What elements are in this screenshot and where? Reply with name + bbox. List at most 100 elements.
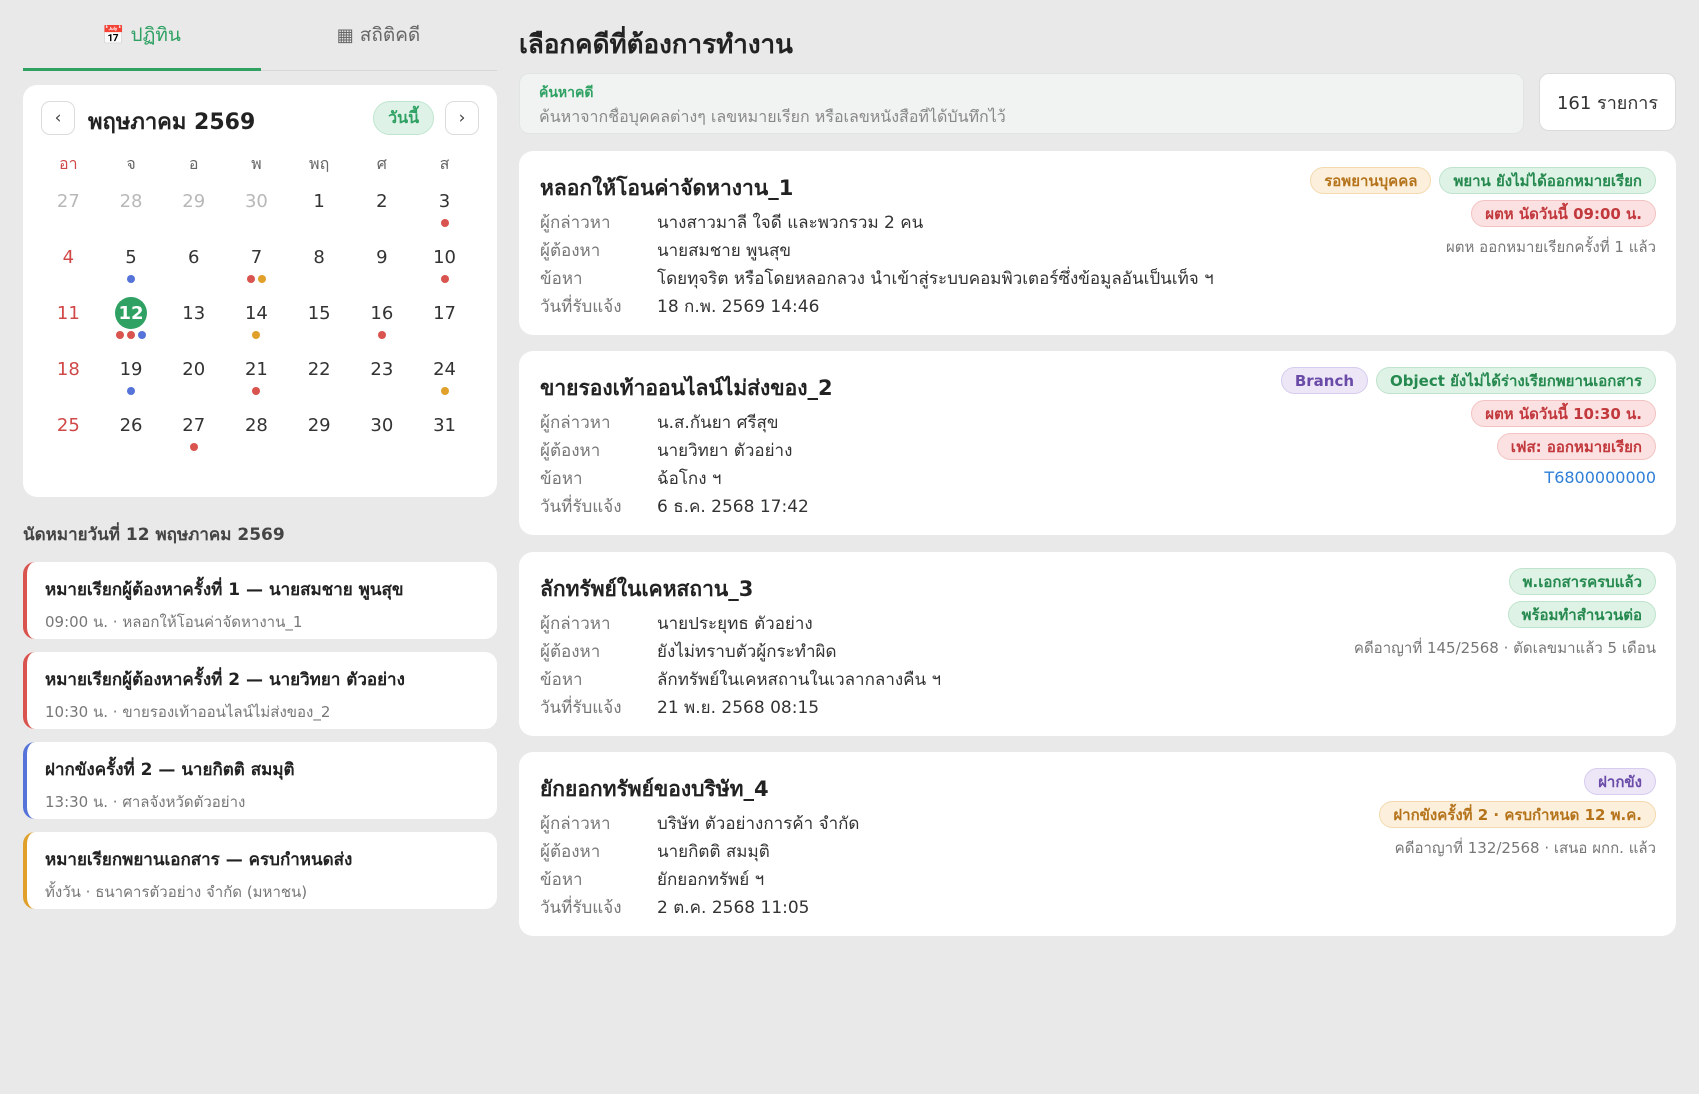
- event-dots: [162, 443, 225, 451]
- status-badge: ฝากขัง: [1584, 768, 1656, 795]
- event-dot: [252, 331, 261, 339]
- calendar-day[interactable]: 26: [100, 409, 163, 465]
- day-number: 3: [438, 190, 451, 212]
- appointment-title: ฝากขังครั้งที่ 2 — นายกิตติ สมมุติ: [45, 760, 295, 780]
- field-label-charge: ข้อหา: [540, 469, 583, 489]
- day-number: 24: [433, 358, 456, 380]
- event-dots: [225, 387, 288, 395]
- calendar-day[interactable]: 31: [413, 409, 476, 465]
- calendar-day[interactable]: 30: [225, 185, 288, 241]
- search-input[interactable]: [539, 107, 1499, 126]
- event-dots: [413, 331, 476, 339]
- event-dots: [100, 331, 163, 339]
- calendar-day[interactable]: 15: [288, 297, 351, 353]
- calendar-day[interactable]: 1: [288, 185, 351, 241]
- field-label-accuser: ผู้กล่าวหา: [540, 213, 611, 233]
- event-dots: [37, 443, 100, 451]
- appointment-detail: ทั้งวัน · ธนาคารตัวอย่าง จำกัด (มหาชน): [45, 883, 308, 901]
- calendar-day[interactable]: 17: [413, 297, 476, 353]
- tab-case-stats[interactable]: ▦ สถิติคดี: [260, 0, 497, 70]
- calendar-day[interactable]: 24: [413, 353, 476, 409]
- case-card[interactable]: หลอกให้โอนค่าจัดหางาน_1 ผู้กล่าวหา นางสาวม…: [519, 151, 1676, 335]
- calendar-day[interactable]: 8: [288, 241, 351, 297]
- event-dots: [288, 219, 351, 227]
- search-label: ค้นหาคดี: [539, 85, 594, 101]
- calendar-day[interactable]: 20: [162, 353, 225, 409]
- appointment-item[interactable]: หมายเรียกผู้ต้องหาครั้งที่ 1 — นายสมชาย …: [23, 562, 497, 639]
- event-dots: [225, 275, 288, 283]
- calendar-day[interactable]: 13: [162, 297, 225, 353]
- case-card[interactable]: ยักยอกทรัพย์ของบริษัท_4 ผู้กล่าวหา บริษัท …: [519, 752, 1676, 936]
- case-reference-link[interactable]: T6800000000: [1544, 468, 1656, 487]
- calendar-day[interactable]: 5: [100, 241, 163, 297]
- calendar-day[interactable]: 2: [351, 185, 414, 241]
- day-number: 25: [56, 414, 80, 436]
- calendar-day[interactable]: 18: [37, 353, 100, 409]
- calendar-day[interactable]: 27: [37, 185, 100, 241]
- calendar-day[interactable]: 21: [225, 353, 288, 409]
- prev-month-button[interactable]: ‹: [41, 101, 75, 135]
- appointment-item[interactable]: ฝากขังครั้งที่ 2 — นายกิตติ สมมุติ 13:30 …: [23, 742, 497, 819]
- field-label-suspect: ผู้ต้องหา: [540, 642, 601, 662]
- day-number: 21: [244, 358, 268, 380]
- event-dots: [351, 443, 414, 451]
- event-dot: [440, 275, 449, 283]
- weekday-label: จ: [126, 154, 136, 173]
- calendar-day[interactable]: 27: [162, 409, 225, 465]
- weekday-label: พฤ: [309, 154, 330, 173]
- case-card[interactable]: ขายรองเท้าออนไลน์ไม่ส่งของ_2 ผู้กล่าวหา น.…: [519, 351, 1676, 535]
- calendar-day[interactable]: 4: [37, 241, 100, 297]
- weekday-label: ส: [439, 154, 450, 173]
- case-meta: คดีอาญาที่ 145/2568 · ตัดเลขมาแล้ว 5 เดื…: [1353, 639, 1656, 657]
- case-card[interactable]: ลักทรัพย์ในเคหสถาน_3 ผู้กล่าวหา นายประยุทธ…: [519, 552, 1676, 736]
- status-badge: Branch: [1280, 367, 1369, 394]
- calendar-day[interactable]: 28: [225, 409, 288, 465]
- event-dots: [162, 387, 225, 395]
- calendar-day[interactable]: 29: [162, 185, 225, 241]
- field-value-suspect: ยังไม่ทราบตัวผู้กระทำผิด: [657, 642, 837, 662]
- next-month-button[interactable]: ›: [445, 101, 479, 135]
- calendar-day[interactable]: 10: [413, 241, 476, 297]
- event-dots: [413, 219, 476, 227]
- status-badge: รอพยานบุคคล: [1310, 167, 1432, 194]
- event-dots: [37, 331, 100, 339]
- event-dot: [138, 331, 147, 339]
- calendar-day[interactable]: 29: [288, 409, 351, 465]
- day-number: 22: [307, 358, 331, 380]
- tab-calendar[interactable]: 📅 ปฏิทิน: [23, 0, 260, 70]
- calendar-day[interactable]: 28: [100, 185, 163, 241]
- badge-row: ผตห นัดวันนี้ 09:00 น.: [1471, 200, 1656, 227]
- day-number: 17: [433, 302, 456, 324]
- calendar-day[interactable]: 7: [225, 241, 288, 297]
- field-value-reported: 21 พ.ย. 2568 08:15: [657, 698, 820, 718]
- calendar-day[interactable]: 6: [162, 241, 225, 297]
- field-label-reported: วันที่รับแจ้ง: [540, 497, 622, 517]
- field-value-accuser: บริษัท ตัวอย่างการค้า จำกัด: [657, 814, 860, 834]
- appointment-item[interactable]: หมายเรียกพยานเอกสาร — ครบกำหนดส่ง ทั้งวัน…: [23, 832, 497, 909]
- search-box[interactable]: ค้นหาคดี: [519, 73, 1524, 134]
- badge-row: ฝากขังครั้งที่ 2 · ครบกำหนด 12 พ.ค.: [1379, 801, 1656, 828]
- calendar-day-today[interactable]: 12: [100, 297, 163, 353]
- field-label-suspect: ผู้ต้องหา: [540, 842, 601, 862]
- calendar-day[interactable]: 30: [351, 409, 414, 465]
- calendar-day[interactable]: 22: [288, 353, 351, 409]
- day-number: 6: [188, 246, 200, 268]
- event-dots: [288, 331, 351, 339]
- calendar-day[interactable]: 25: [37, 409, 100, 465]
- appointment-item[interactable]: หมายเรียกผู้ต้องหาครั้งที่ 2 — นายวิทยา …: [23, 652, 497, 729]
- chevron-left-icon: ‹: [54, 108, 62, 128]
- calendar-day[interactable]: 11: [37, 297, 100, 353]
- field-label-charge: ข้อหา: [540, 670, 583, 690]
- field-value-suspect: นายสมชาย พูนสุข: [657, 241, 791, 261]
- calendar-day[interactable]: 19: [100, 353, 163, 409]
- today-button[interactable]: วันนี้: [373, 101, 434, 135]
- event-dots: [288, 443, 351, 451]
- field-value-charge: ยักยอกทรัพย์ ฯ: [657, 870, 765, 890]
- calendar-day[interactable]: 16: [351, 297, 414, 353]
- calendar-day[interactable]: 9: [351, 241, 414, 297]
- calendar-day[interactable]: 14: [225, 297, 288, 353]
- calendar-day[interactable]: 3: [413, 185, 476, 241]
- appointment-detail: 13:30 น. · ศาลจังหวัดตัวอย่าง: [45, 793, 246, 811]
- day-number: 11: [56, 302, 80, 324]
- calendar-day[interactable]: 23: [351, 353, 414, 409]
